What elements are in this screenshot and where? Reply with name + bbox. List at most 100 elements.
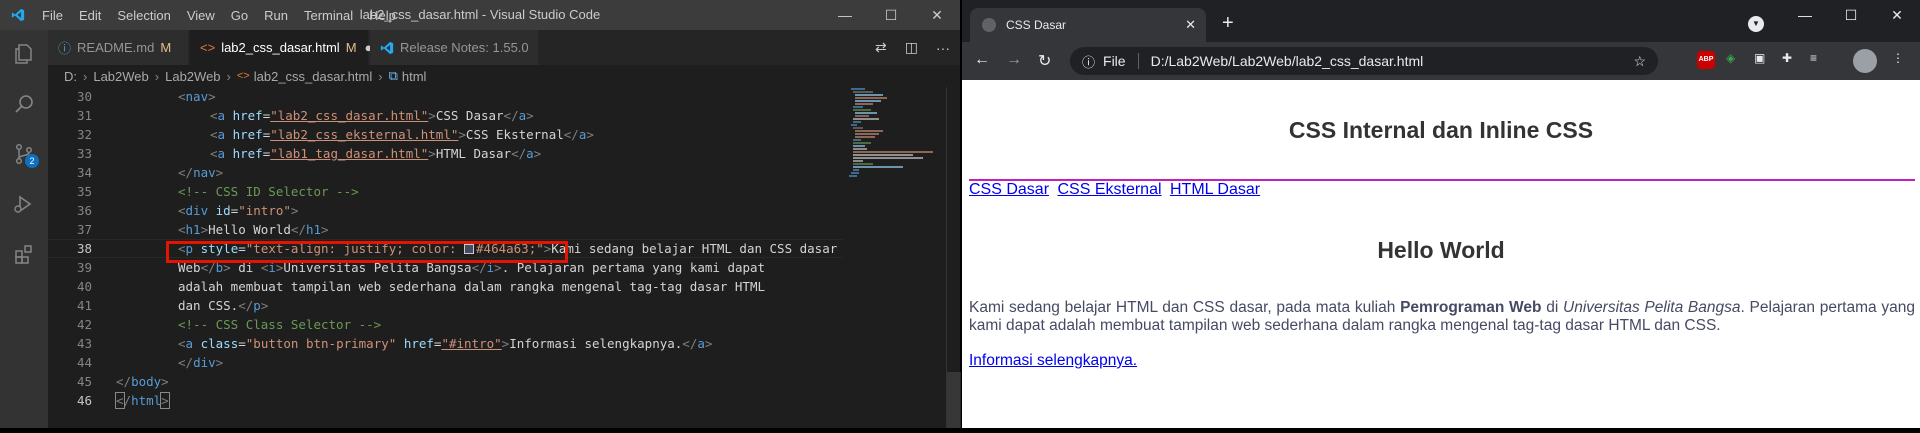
code-line: <div id="intro"> [178, 203, 299, 218]
menu-file[interactable]: File [34, 8, 71, 23]
split-editor-icon[interactable]: ◫ [905, 39, 918, 56]
extension-cube-icon[interactable]: ▣ [1754, 51, 1765, 65]
adblock-plus-icon[interactable]: ABP [1697, 51, 1715, 69]
explorer-icon[interactable] [0, 30, 48, 78]
extensions-puzzle-icon[interactable]: ✚ [1782, 51, 1792, 65]
vscode-logo-icon [380, 41, 394, 54]
url-text[interactable]: D:/Lab2Web/Lab2Web/lab2_css_dasar.html [1151, 53, 1424, 69]
code-line: <h1>Hello World</h1> [178, 222, 329, 237]
extension-drive-icon[interactable]: ◈ [1726, 51, 1735, 65]
info-icon: ⓘ [58, 41, 72, 56]
line-number: 30 [76, 89, 92, 104]
info-icon[interactable]: ⓘ [1082, 52, 1095, 71]
vertical-scrollbar[interactable] [946, 87, 961, 428]
globe-icon [982, 18, 996, 32]
maximize-icon[interactable]: ☐ [1828, 0, 1874, 30]
line-number: 42 [76, 317, 92, 332]
more-actions-icon[interactable]: ··· [936, 40, 950, 56]
reload-icon[interactable]: ↻ [1038, 51, 1051, 71]
nav-link-html-dasar[interactable]: HTML Dasar [1170, 181, 1260, 198]
intro-paragraph: Kami sedang belajar HTML dan CSS dasar, … [969, 299, 1915, 334]
breadcrumb-item[interactable]: Lab2Web [93, 69, 148, 84]
breadcrumb-item[interactable]: html [402, 69, 427, 84]
close-tab-icon[interactable]: ✕ [1185, 17, 1196, 33]
minimize-icon[interactable]: — [822, 0, 868, 30]
code-line: <nav> [178, 89, 216, 104]
close-icon[interactable]: ✕ [1874, 0, 1920, 30]
menu-go[interactable]: Go [223, 8, 256, 23]
maximize-icon[interactable]: ☐ [868, 0, 914, 30]
tab-lab2-css-dasar[interactable]: <> lab2_css_dasar.html M ● [190, 30, 372, 65]
html-file-icon: <> [236, 70, 250, 82]
open-changes-icon[interactable]: ⇄ [875, 39, 887, 56]
minimap[interactable] [843, 87, 943, 428]
line-number: 39 [76, 260, 92, 275]
address-bar[interactable]: ⓘ File D:/Lab2Web/Lab2Web/lab2_css_dasar… [1070, 47, 1658, 75]
code-line: </div> [178, 355, 224, 370]
code-line: <a href="lab2_css_eksternal.html">CSS Ek… [210, 127, 594, 142]
menu-edit[interactable]: Edit [71, 8, 109, 23]
menu-terminal[interactable]: Terminal [296, 8, 361, 23]
vscode-logo-icon [11, 8, 25, 22]
tab-label: lab2_css_dasar.html [221, 40, 340, 55]
browser-toolbar: ← → ↻ ⓘ File D:/Lab2Web/Lab2Web/lab2_css… [962, 42, 1920, 80]
editor-actions: ⇄ ◫ ··· [875, 30, 950, 65]
chevron-right-icon: › [226, 68, 231, 84]
source-control-icon[interactable]: 2 [0, 130, 48, 178]
menu-run[interactable]: Run [256, 8, 296, 23]
line-number: 37 [76, 222, 92, 237]
menu-selection[interactable]: Selection [109, 8, 178, 23]
chevron-right-icon: › [154, 68, 160, 84]
intro-heading: Hello World [1377, 237, 1505, 263]
divider [1137, 53, 1139, 69]
line-number: 43 [76, 336, 92, 351]
back-icon[interactable]: ← [974, 51, 990, 69]
tab-readme[interactable]: ⓘ README.md M [48, 30, 188, 65]
tab-label: README.md [77, 40, 155, 55]
breadcrumb-item[interactable]: Lab2Web [165, 69, 220, 84]
nav-link-css-eksternal[interactable]: CSS Eksternal [1057, 181, 1161, 198]
line-number: 32 [76, 127, 92, 142]
scroll-thumb[interactable] [947, 372, 961, 428]
menu-view[interactable]: View [179, 8, 223, 23]
line-number: 41 [76, 298, 92, 313]
code-line: adalah membuat tampilan web sederhana da… [178, 279, 765, 294]
line-number: 46 [76, 393, 92, 408]
forward-icon[interactable]: → [1006, 51, 1022, 69]
tab-label: Release Notes: 1.55.0 [400, 40, 529, 55]
new-tab-icon[interactable]: + [1222, 13, 1234, 33]
line-number: 40 [76, 279, 92, 294]
browser-tab[interactable]: CSS Dasar ✕ [970, 8, 1206, 42]
menu-bar: File Edit Selection View Go Run Terminal… [34, 0, 404, 30]
line-number: 35 [76, 184, 92, 199]
highlight-box [166, 241, 568, 263]
bookmark-star-icon[interactable]: ☆ [1633, 53, 1646, 70]
tab-release-notes[interactable]: Release Notes: 1.55.0 [370, 30, 538, 65]
run-debug-icon[interactable] [0, 180, 48, 228]
breadcrumb: D: › Lab2Web › Lab2Web › <> lab2_css_das… [48, 65, 960, 87]
code-line: </body> [116, 374, 169, 389]
search-icon[interactable] [0, 80, 48, 128]
more-info-link[interactable]: Informasi selengkapnya. [969, 352, 1137, 370]
line-number: 31 [76, 108, 92, 123]
code-comment: <!-- CSS ID Selector --> [178, 184, 359, 199]
line-number: 33 [76, 146, 92, 161]
close-icon[interactable]: ✕ [914, 0, 960, 30]
editor-tabs: ⓘ README.md M <> lab2_css_dasar.html M ●… [48, 30, 960, 65]
breadcrumb-item[interactable]: D: [64, 69, 77, 84]
tab-search-icon[interactable]: ▼ [1748, 16, 1764, 32]
code-line: <a href="lab2_css_dasar.html">CSS Dasar<… [210, 108, 534, 123]
page-nav: CSS Dasar CSS Eksternal HTML Dasar [969, 179, 1915, 201]
code-line: <a class="button btn-primary" href="#int… [178, 336, 713, 351]
media-controls-icon[interactable]: ≡ [1810, 51, 1817, 65]
browser-menu-icon[interactable]: ⋮ [1892, 51, 1904, 65]
menu-help[interactable]: Help [361, 8, 404, 23]
code-line: </html> [115, 392, 170, 409]
browser-tab-bar: CSS Dasar ✕ + ▼ — ☐ ✕ [962, 0, 1920, 42]
nav-link-css-dasar[interactable]: CSS Dasar [969, 181, 1049, 198]
profile-avatar[interactable] [1853, 49, 1877, 73]
code-line: </nav> [178, 165, 224, 180]
minimize-icon[interactable]: — [1782, 0, 1828, 30]
breadcrumb-item[interactable]: lab2_css_dasar.html [254, 69, 373, 84]
extensions-icon[interactable] [0, 230, 48, 278]
